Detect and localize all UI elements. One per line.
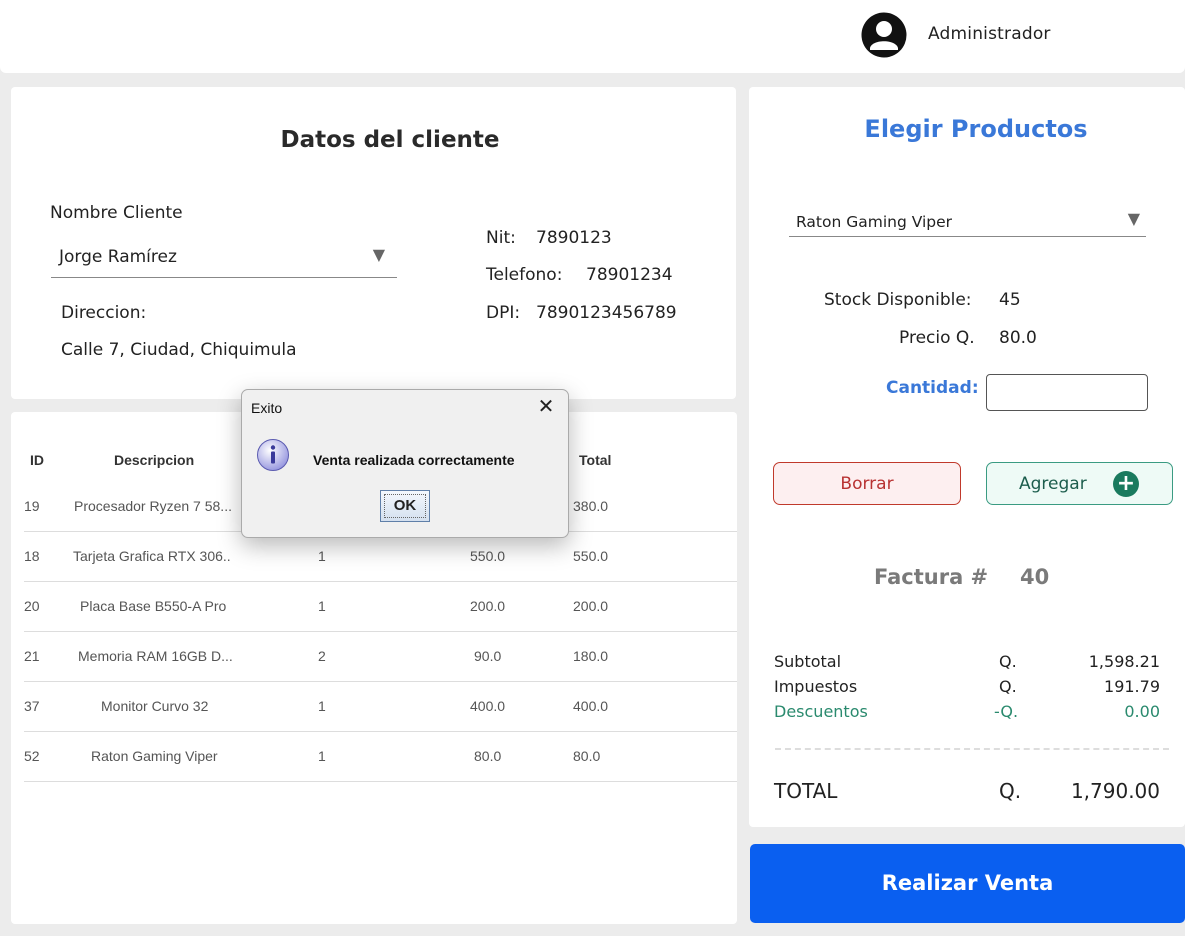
table-row[interactable]: 52 Raton Gaming Viper 1 80.0 80.0 — [24, 732, 737, 782]
complete-sale-button[interactable]: Realizar Venta — [750, 844, 1185, 923]
tax-value: 191.79 — [1104, 677, 1160, 696]
top-bar: Administrador — [0, 0, 1185, 73]
cell-quantity: 1 — [318, 548, 326, 564]
cell-id: 19 — [24, 498, 40, 514]
cell-id: 20 — [24, 598, 40, 614]
cell-price: 550.0 — [470, 548, 506, 564]
add-button[interactable]: Agregar + — [986, 462, 1173, 505]
cell-id: 52 — [24, 748, 40, 764]
cell-price: 80.0 — [474, 748, 502, 764]
cell-description: Procesador Ryzen 7 58... — [74, 498, 232, 514]
subtotal-currency: Q. — [999, 652, 1017, 671]
cell-description: Memoria RAM 16GB D... — [78, 648, 233, 664]
cell-id: 18 — [24, 548, 40, 564]
user-circle-icon[interactable] — [861, 12, 907, 58]
table-row[interactable]: 20 Placa Base B550-A Pro 1 200.0 200.0 — [24, 582, 737, 632]
cell-total: 180.0 — [573, 648, 609, 664]
cell-description: Tarjeta Grafica RTX 306.. — [73, 548, 231, 564]
cell-total: 550.0 — [573, 548, 609, 564]
cell-total: 380.0 — [573, 498, 609, 514]
nit-value: 7890123 — [536, 228, 612, 248]
product-panel: Elegir Productos Raton Gaming Viper ▼ St… — [749, 87, 1185, 827]
price-value: 80.0 — [999, 328, 1037, 348]
table-row[interactable]: 18 Tarjeta Grafica RTX 306.. 1 550.0 550… — [24, 532, 737, 582]
tax-label: Impuestos — [774, 677, 858, 696]
table-row[interactable]: 37 Monitor Curvo 32 1 400.0 400.0 — [24, 682, 737, 732]
cell-quantity: 2 — [318, 648, 326, 664]
cell-quantity: 1 — [318, 598, 326, 614]
cell-price: 400.0 — [470, 698, 506, 714]
address-value: Calle 7, Ciudad, Chiquimula — [61, 340, 297, 360]
cell-id: 21 — [24, 648, 40, 664]
nit-label: Nit: — [486, 228, 516, 248]
client-data-panel: Datos del cliente Nombre Cliente Jorge R… — [11, 87, 736, 399]
client-name-select[interactable]: Jorge Ramírez ▼ — [51, 239, 397, 278]
client-name-label: Nombre Cliente — [50, 203, 183, 223]
discount-currency: -Q. — [994, 702, 1019, 721]
product-select[interactable]: Raton Gaming Viper ▼ — [789, 203, 1146, 237]
tax-currency: Q. — [999, 677, 1017, 696]
table-row[interactable]: 21 Memoria RAM 16GB D... 2 90.0 180.0 — [24, 632, 737, 682]
stock-label: Stock Disponible: — [824, 290, 972, 310]
info-icon — [257, 439, 289, 471]
success-dialog: Exito ✕ Venta realizada correctamente OK — [241, 389, 569, 538]
cell-price: 200.0 — [470, 598, 506, 614]
product-select-value: Raton Gaming Viper — [796, 213, 953, 231]
user-name[interactable]: Administrador — [928, 24, 1051, 44]
cell-description: Monitor Curvo 32 — [101, 698, 209, 714]
total-currency: Q. — [999, 779, 1022, 803]
discount-label: Descuentos — [774, 702, 868, 721]
cell-description: Raton Gaming Viper — [91, 748, 218, 764]
close-icon[interactable]: ✕ — [535, 396, 557, 418]
add-button-label: Agregar — [1019, 474, 1087, 494]
plus-circle-icon: + — [1113, 471, 1139, 497]
cell-id: 37 — [24, 698, 40, 714]
clear-button[interactable]: Borrar — [773, 462, 961, 505]
quantity-label: Cantidad: — [886, 378, 979, 398]
quantity-input[interactable] — [986, 374, 1148, 411]
address-label: Direccion: — [61, 303, 147, 323]
invoice-label: Factura # — [874, 565, 989, 589]
total-label: TOTAL — [774, 779, 838, 803]
product-panel-title: Elegir Productos — [864, 115, 1088, 143]
ok-button[interactable]: OK — [380, 490, 430, 522]
subtotal-label: Subtotal — [774, 652, 842, 671]
cell-description: Placa Base B550-A Pro — [80, 598, 227, 614]
client-panel-title: Datos del cliente — [280, 127, 500, 153]
summary-divider — [775, 748, 1169, 750]
phone-value: 78901234 — [586, 265, 673, 285]
cell-quantity: 1 — [318, 698, 326, 714]
price-label: Precio Q. — [899, 328, 975, 348]
dpi-label: DPI: — [486, 303, 521, 323]
cell-total: 400.0 — [573, 698, 609, 714]
total-value: 1,790.00 — [1070, 779, 1160, 803]
invoice-number: 40 — [1020, 565, 1050, 589]
subtotal-value: 1,598.21 — [1088, 652, 1160, 671]
cell-quantity: 1 — [318, 748, 326, 764]
cell-total: 200.0 — [573, 598, 609, 614]
column-header-total[interactable]: Total — [579, 452, 611, 468]
dialog-message: Venta realizada correctamente — [313, 452, 515, 468]
cell-price: 90.0 — [474, 648, 502, 664]
client-name-value: Jorge Ramírez — [59, 247, 177, 267]
stock-value: 45 — [999, 290, 1021, 310]
chevron-down-icon[interactable]: ▼ — [373, 245, 385, 264]
column-header-id[interactable]: ID — [30, 452, 44, 468]
chevron-down-icon[interactable]: ▼ — [1128, 209, 1140, 228]
discount-value: 0.00 — [1124, 702, 1160, 721]
dpi-value: 7890123456789 — [536, 303, 677, 323]
phone-label: Telefono: — [486, 265, 563, 285]
dialog-title: Exito — [251, 400, 283, 416]
cell-total: 80.0 — [573, 748, 601, 764]
column-header-description[interactable]: Descripcion — [114, 452, 194, 468]
